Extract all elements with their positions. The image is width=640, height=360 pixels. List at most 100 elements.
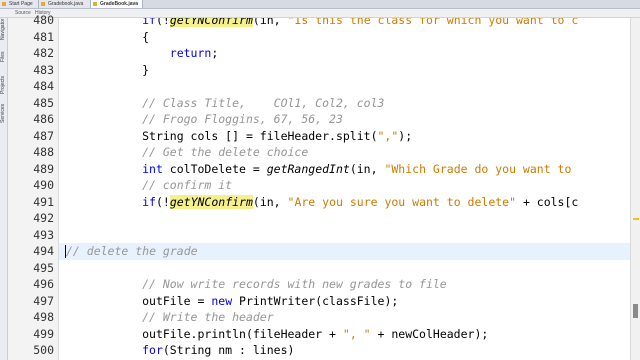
scroll-thumb[interactable]: [633, 304, 638, 318]
line-number: 497: [33, 293, 54, 308]
line-number: 482: [33, 46, 54, 60]
line-number: 487: [33, 128, 54, 143]
editor-toolbar: Source History: [0, 9, 640, 18]
highlighted-method: getYNConfirm: [169, 18, 253, 27]
line-number: 496: [33, 277, 54, 291]
code-line[interactable]: {: [59, 29, 630, 46]
code-text: // Write the header: [59, 309, 274, 326]
code-token: // Class Title, COl1, Col2, col3: [142, 95, 385, 110]
code-token: }: [142, 62, 150, 77]
code-token: // delete the grade: [66, 244, 198, 258]
code-token: + newColHeader);: [370, 326, 489, 341]
vertical-scrollbar[interactable]: [630, 18, 640, 360]
code-text: // Frogo Floggins, 67, 56, 23: [59, 111, 343, 128]
code-text: if(!getYNConfirm(in, "Are you sure you w…: [59, 194, 578, 211]
code-token: return: [169, 46, 212, 60]
code-token: ",": [377, 128, 399, 143]
code-token: + cols[c: [516, 194, 579, 209]
line-number: 489: [33, 161, 54, 176]
line-number: 495: [33, 260, 54, 275]
code-token: if: [142, 18, 156, 27]
code-token: String cols [] = fileHeader.split(: [142, 128, 378, 143]
code-text: {: [59, 29, 149, 46]
side-tab-label: Navigator: [0, 18, 6, 40]
java-file-icon: [41, 2, 45, 6]
side-tab-label: Projects: [0, 75, 6, 95]
code-token: int: [142, 161, 163, 176]
code-line[interactable]: outFile.println(fileHeader + ", " + newC…: [59, 326, 630, 343]
tab-gradebook-java-active[interactable]: GradeBook.java: [91, 0, 143, 8]
code-line[interactable]: [59, 210, 630, 227]
code-token: if: [142, 194, 156, 209]
code-line[interactable]: // delete the grade: [59, 243, 630, 260]
code-line[interactable]: // confirm it: [59, 177, 630, 194]
code-line[interactable]: // Now write records with new grades to …: [59, 276, 630, 293]
side-tab-services[interactable]: Services: [0, 102, 7, 124]
tab-gradebook-java[interactable]: Gradebook.java: [39, 0, 91, 8]
code-text: // Get the delete choice: [59, 144, 308, 161]
code-line[interactable]: outFile = new PrintWriter(classFile);: [59, 293, 630, 310]
line-number: 484: [33, 79, 54, 93]
code-line[interactable]: // Frogo Floggins, 67, 56, 23: [59, 111, 630, 128]
code-token: (!: [155, 194, 170, 209]
code-line[interactable]: [59, 260, 630, 277]
code-line[interactable]: String cols [] = fileHeader.split(",");: [59, 128, 630, 145]
code-line[interactable]: }: [59, 62, 630, 79]
code-line[interactable]: [59, 78, 630, 95]
warning-mark[interactable]: [633, 218, 639, 220]
code-token: "Are you sure you want to delete": [287, 194, 517, 209]
code-line[interactable]: // Write the header: [59, 309, 630, 326]
line-number: 483: [33, 62, 54, 77]
side-tab-navigator[interactable]: Navigator: [0, 18, 7, 40]
code-token: for: [142, 343, 163, 357]
code-token: (in,: [349, 161, 385, 176]
line-number: 491: [33, 194, 54, 209]
code-token: "Is this the class for which you want to…: [287, 18, 579, 27]
code-token: // Frogo Floggins, 67, 56, 23: [142, 112, 343, 126]
code-line[interactable]: if(!getYNConfirm(in, "Is this the class …: [59, 18, 630, 29]
code-token: getRangedInt: [266, 161, 350, 176]
code-token: // Write the header: [142, 310, 274, 324]
highlighted-method: getYNConfirm: [169, 194, 253, 209]
code-line[interactable]: return;: [59, 45, 630, 62]
code-line[interactable]: // Class Title, COl1, Col2, col3: [59, 95, 630, 112]
code-text: int colToDelete = getRangedInt(in, "Whic…: [59, 161, 571, 178]
code-text: String cols [] = fileHeader.split(",");: [59, 128, 412, 145]
code-token: "Which Grade do you want to: [384, 161, 572, 176]
tab-label: Start Page: [9, 1, 33, 7]
code-line[interactable]: if(!getYNConfirm(in, "Are you sure you w…: [59, 194, 630, 211]
code-token: // confirm it: [142, 178, 233, 192]
line-number: 492: [33, 211, 54, 225]
code-line[interactable]: // Get the delete choice: [59, 144, 630, 161]
line-number: 488: [33, 145, 54, 159]
code-line[interactable]: for(String nm : lines): [59, 342, 630, 359]
code-token: (in,: [252, 18, 288, 27]
code-editor[interactable]: if(!getYNConfirm(in, "Is this the class …: [59, 18, 630, 360]
code-text: for(String nm : lines): [59, 342, 294, 359]
code-token: colToDelete =: [162, 161, 267, 176]
code-text: if(!getYNConfirm(in, "Is this the class …: [59, 18, 578, 29]
side-tab-label: Services: [0, 103, 6, 123]
code-line[interactable]: [59, 227, 630, 244]
tab-label: Gradebook.java: [48, 1, 84, 7]
side-tab-projects[interactable]: Projects: [0, 74, 7, 96]
tab-start-page[interactable]: Start Page: [0, 0, 39, 8]
code-token: (in,: [252, 194, 288, 209]
code-token: outFile =: [142, 293, 212, 308]
code-line[interactable]: int colToDelete = getRangedInt(in, "Whic…: [59, 161, 630, 178]
code-text: return;: [59, 45, 218, 62]
side-panel-tabs: Navigator Files Projects Services: [0, 18, 8, 360]
code-text: // confirm it: [59, 177, 232, 194]
side-tab-files[interactable]: Files: [0, 46, 7, 68]
